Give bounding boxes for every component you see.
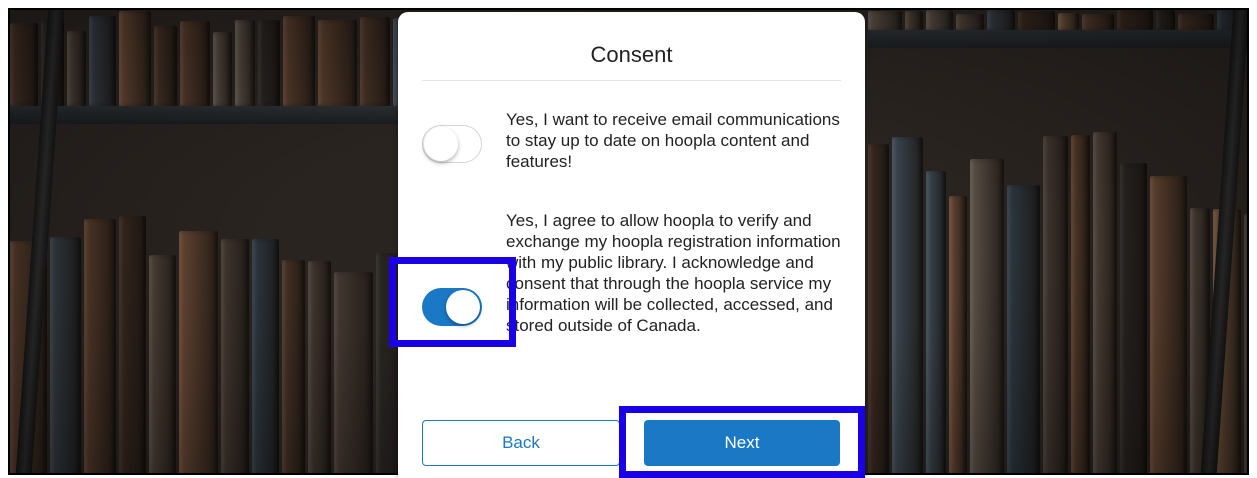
book-spine: [235, 20, 255, 106]
book-spine: [1178, 14, 1214, 30]
book-spine: [1120, 163, 1147, 473]
title-divider: [422, 80, 841, 81]
book-row: [868, 130, 1247, 473]
shelf-plank: [868, 30, 1247, 48]
book-spine: [926, 10, 953, 30]
book-spine: [1071, 135, 1090, 473]
book-spine: [308, 261, 331, 473]
book-spine: [119, 216, 146, 473]
email-consent-text: Yes, I want to receive email communicati…: [506, 110, 840, 171]
email-communications-toggle[interactable]: [422, 125, 482, 163]
book-spine: [1244, 214, 1247, 473]
book-spine: [282, 260, 305, 473]
book-spine: [213, 32, 232, 106]
book-spine: [987, 10, 1015, 30]
back-button[interactable]: Back: [422, 420, 620, 466]
book-spine: [318, 20, 357, 106]
toggle-knob: [446, 290, 480, 324]
book-spine: [180, 21, 210, 106]
book-spine: [221, 239, 249, 473]
book-spine: [1007, 185, 1040, 473]
book-spine: [89, 16, 116, 106]
book-spine: [283, 16, 315, 106]
book-spine: [949, 196, 967, 473]
book-spine: [1058, 13, 1079, 30]
book-spine: [868, 11, 902, 30]
book-spine: [67, 31, 86, 106]
data-sharing-consent-text: Yes, I agree to allow hoopla to verify a…: [506, 211, 841, 335]
book-spine: [1150, 176, 1187, 473]
book-spine: [956, 14, 984, 30]
book-spine: [905, 11, 923, 30]
book-spine: [1082, 14, 1114, 30]
book-spine: [360, 17, 390, 106]
book-spine: [376, 253, 400, 473]
book-spine: [892, 137, 923, 473]
consent-dialog: Consent Yes, I want to receive email com…: [398, 12, 865, 478]
data-sharing-consent-toggle[interactable]: [422, 288, 482, 326]
book-spine: [154, 26, 177, 106]
bookshelf-background-right: [868, 10, 1247, 473]
book-row: [10, 210, 400, 473]
book-row: [10, 10, 400, 106]
book-spine: [179, 231, 218, 473]
book-row: [868, 10, 1247, 30]
book-spine: [868, 144, 889, 473]
book-spine: [1156, 10, 1175, 30]
toggle-knob: [424, 127, 458, 161]
book-spine: [926, 171, 946, 473]
book-spine: [1093, 132, 1117, 473]
book-spine: [334, 272, 373, 473]
book-spine: [970, 159, 1004, 473]
book-spine: [1043, 136, 1068, 473]
book-spine: [10, 23, 38, 106]
book-spine: [119, 11, 151, 106]
book-spine: [50, 237, 81, 473]
book-spine: [149, 255, 176, 473]
shelf-plank: [10, 106, 400, 124]
book-spine: [1117, 10, 1153, 30]
next-button[interactable]: Next: [644, 420, 840, 466]
bookshelf-background-left: [10, 10, 400, 473]
dialog-title: Consent: [590, 42, 673, 67]
book-spine: [1018, 11, 1055, 30]
book-spine: [84, 219, 116, 473]
book-spine: [252, 239, 279, 473]
book-spine: [258, 20, 280, 106]
